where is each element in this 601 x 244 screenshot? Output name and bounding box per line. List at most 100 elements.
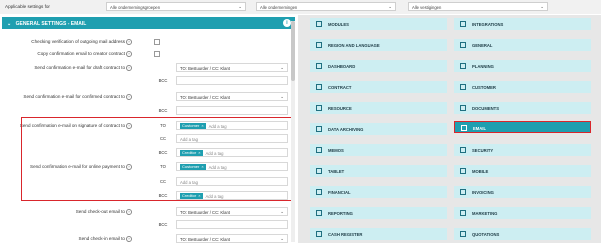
tile-mobile[interactable]: MOBILE <box>454 165 591 177</box>
setting-label: Copy confirmation email to creator contr… <box>37 51 125 57</box>
cash-register-icon <box>316 231 322 237</box>
tile-invoicing[interactable]: INVOICING <box>454 186 591 198</box>
highlight-box <box>21 117 292 201</box>
document-icon <box>460 105 466 111</box>
tile-tablet[interactable]: TABLET <box>310 165 447 177</box>
tile-dashboard[interactable]: DASHBOARD <box>310 60 447 72</box>
tile-customer[interactable]: CUSTOMER <box>454 81 591 93</box>
branch-select[interactable]: Alle vestigingen ⌄ <box>408 2 548 11</box>
tile-modules[interactable]: MODULES <box>310 18 447 30</box>
setting-label: Checking verification of outgoing mail a… <box>31 39 125 45</box>
general-icon <box>460 42 466 48</box>
tile-planning[interactable]: PLANNING <box>454 60 591 72</box>
globe-icon <box>316 42 322 48</box>
shield-icon <box>460 147 466 153</box>
setting-label: Send confirmation e-mail for confirmed c… <box>23 94 125 100</box>
tile-resource[interactable]: RESOURCE <box>310 102 447 114</box>
section-title: GENERAL SETTINGS - EMAIL <box>15 20 87 27</box>
confirmed-recipients-value: TO: Bestuurder / CC: Klant <box>180 95 230 100</box>
megaphone-icon <box>460 210 466 216</box>
setting-row-copy-confirmation: Copy confirmation email to creator contr… <box>0 49 290 59</box>
copy-confirmation-checkbox[interactable] <box>154 51 160 57</box>
help-icon[interactable]: ? <box>126 209 132 215</box>
dashboard-icon <box>316 63 322 69</box>
setting-row-verification: Checking verification of outgoing mail a… <box>0 37 290 47</box>
tile-quotations[interactable]: QUOTATIONS <box>454 228 591 240</box>
chevron-down-icon: ⌄ <box>388 4 392 9</box>
company-group-value: Alle ondernemingsgroepen <box>110 5 161 10</box>
scope-bar: Applicable settings for Alle onderneming… <box>0 0 601 14</box>
tile-memos[interactable]: MEMOS <box>310 144 447 156</box>
chart-icon <box>316 210 322 216</box>
tile-financial[interactable]: FINANCIAL <box>310 186 447 198</box>
email-icon <box>461 125 467 131</box>
setting-row-draft: Send confirmation e-mail for draft contr… <box>0 63 290 73</box>
chevron-down-icon: ⌄ <box>280 94 284 99</box>
tile-cash-register[interactable]: CASH REGISTER <box>310 228 447 240</box>
help-icon[interactable]: ? <box>126 39 132 45</box>
tile-contract[interactable]: CONTRACT <box>310 81 447 93</box>
calendar-icon <box>460 63 466 69</box>
help-icon[interactable]: ? <box>126 65 132 71</box>
info-icon[interactable]: i <box>283 19 291 27</box>
company-select[interactable]: Alle ondernemingen ⌄ <box>256 2 396 11</box>
checkout-bcc-input[interactable] <box>176 220 288 229</box>
help-icon[interactable]: ? <box>126 94 132 100</box>
setting-label: Send check-out email to <box>75 209 125 215</box>
section-header[interactable]: ⌄ GENERAL SETTINGS - EMAIL i <box>2 17 295 29</box>
confirmed-recipients-select[interactable]: TO: Bestuurder / CC: Klant ⌄ <box>176 92 288 101</box>
quote-icon <box>460 231 466 237</box>
chevron-down-icon: ⌄ <box>280 236 284 241</box>
chevron-down-icon: ⌄ <box>7 20 12 27</box>
car-icon <box>316 105 322 111</box>
tile-data-archiving[interactable]: DATA ARCHIVING <box>310 123 447 135</box>
user-icon <box>460 84 466 90</box>
confirmed-bcc-input[interactable] <box>176 106 288 115</box>
chevron-down-icon: ⌄ <box>280 209 284 214</box>
verification-checkbox[interactable] <box>154 39 160 45</box>
setting-label: Send confirmation e-mail for draft contr… <box>34 65 125 71</box>
tile-marketing[interactable]: MARKETING <box>454 207 591 219</box>
draft-recipients-select[interactable]: TO: Bestuurder / CC: Klant ⌄ <box>176 63 288 72</box>
chevron-down-icon: ⌄ <box>238 4 242 9</box>
tablet-icon <box>316 168 322 174</box>
company-group-select[interactable]: Alle ondernemingsgroepen ⌄ <box>106 2 246 11</box>
draft-bcc-input[interactable] <box>176 76 288 85</box>
settings-nav-panel: MODULES INTEGRATIONS REGION AND LANGUAGE… <box>298 15 601 243</box>
chevron-down-icon: ⌄ <box>280 65 284 70</box>
tile-email[interactable]: EMAIL <box>454 121 591 133</box>
checkin-recipients-value: TO: Bestuurder / CC: Klant <box>180 237 230 242</box>
mobile-icon <box>460 168 466 174</box>
tile-general[interactable]: GENERAL <box>454 39 591 51</box>
checkout-recipients-value: TO: Bestuurder / CC: Klant <box>180 210 230 215</box>
scrollbar-thumb[interactable] <box>291 21 295 81</box>
modules-icon <box>316 21 322 27</box>
setting-row-checkout: Send check-out email to? TO: Bestuurder … <box>0 207 290 217</box>
checkin-recipients-select[interactable]: TO: Bestuurder / CC: Klant ⌄ <box>176 234 288 243</box>
contract-icon <box>316 84 322 90</box>
tile-documents[interactable]: DOCUMENTS <box>454 102 591 114</box>
tile-region-language[interactable]: REGION AND LANGUAGE <box>310 39 447 51</box>
invoice-icon <box>460 189 466 195</box>
scrollbar[interactable] <box>291 21 295 242</box>
integrations-icon <box>460 21 466 27</box>
chevron-down-icon: ⌄ <box>540 4 544 9</box>
bcc-label: BCC <box>158 222 168 227</box>
bcc-label: BCC <box>158 78 168 83</box>
branch-value: Alle vestigingen <box>412 5 442 10</box>
archive-icon <box>316 126 322 132</box>
bcc-label: BCC <box>158 108 168 113</box>
company-value: Alle ondernemingen <box>260 5 298 10</box>
setting-label: Send check-in email to <box>78 236 125 242</box>
help-icon[interactable]: ? <box>126 236 132 242</box>
checkout-recipients-select[interactable]: TO: Bestuurder / CC: Klant ⌄ <box>176 207 288 216</box>
memo-icon <box>316 147 322 153</box>
setting-row-confirmed: Send confirmation e-mail for confirmed c… <box>0 92 290 102</box>
tile-security[interactable]: SECURITY <box>454 144 591 156</box>
tile-reporting[interactable]: REPORTING <box>310 207 447 219</box>
help-icon[interactable]: ? <box>126 51 132 57</box>
email-settings-panel: ⌄ GENERAL SETTINGS - EMAIL i Checking ve… <box>0 17 297 243</box>
coins-icon <box>316 189 322 195</box>
scope-label: Applicable settings for <box>5 4 50 9</box>
tile-integrations[interactable]: INTEGRATIONS <box>454 18 591 30</box>
